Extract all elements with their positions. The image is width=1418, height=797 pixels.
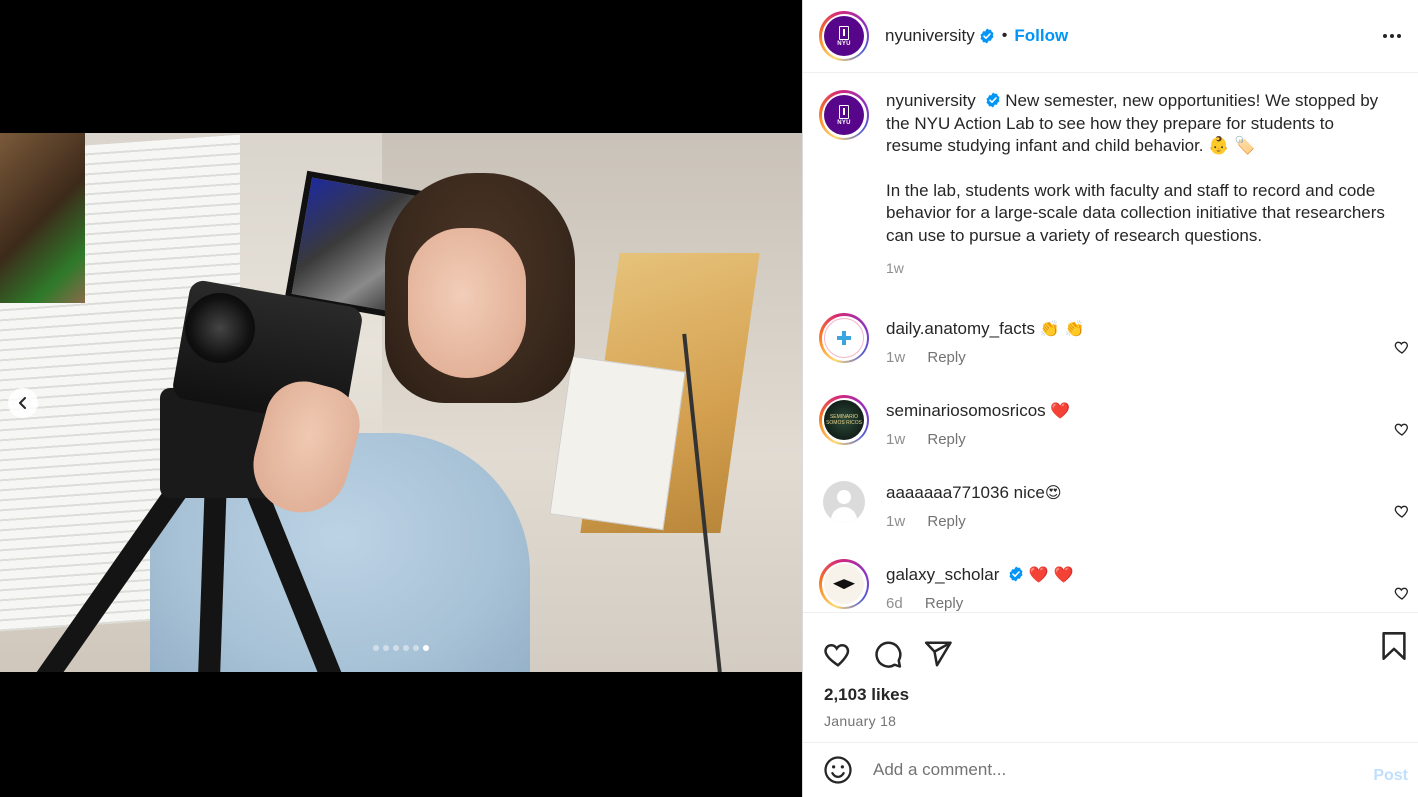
post-date[interactable]: January 18 <box>803 713 1418 729</box>
post-panel: NYU nyuniversity • Follow NYU nyuniversi… <box>802 0 1418 797</box>
graduation-cap-icon <box>824 564 864 605</box>
comment-username[interactable]: galaxy_scholar <box>886 565 999 584</box>
commenter-avatar[interactable] <box>819 559 869 610</box>
post-actions: 2,103 likes January 18 <box>803 612 1418 742</box>
verified-icon <box>979 28 995 44</box>
carousel-prev-button[interactable] <box>8 388 38 418</box>
photo-painting <box>0 133 85 303</box>
comment-like-icon[interactable] <box>1394 585 1410 601</box>
comment-username[interactable]: seminariosomosricos <box>886 401 1046 420</box>
comment-item: galaxy_scholar ❤️ ❤️ 6d Reply <box>803 559 1418 611</box>
comment-like-icon[interactable] <box>1394 421 1410 437</box>
comment-like-icon[interactable] <box>1394 339 1410 355</box>
nyu-logo-text: NYU <box>837 40 851 47</box>
anatomy-logo <box>824 318 864 359</box>
caption-username[interactable]: nyuniversity <box>886 91 976 110</box>
comment-timestamp[interactable]: 1w <box>886 513 905 530</box>
carousel-indicator <box>0 645 802 651</box>
post-photo[interactable] <box>0 133 802 672</box>
comment-emoji: ❤️ <box>1050 401 1071 421</box>
comment-like-icon[interactable] <box>1394 503 1410 519</box>
camcorder-lens <box>185 293 255 363</box>
post-comment-button[interactable]: Post <box>1373 767 1408 785</box>
likes-count[interactable]: 2,103 likes <box>803 685 1418 705</box>
caption-avatar[interactable]: NYU <box>819 90 869 140</box>
carousel-dot <box>413 645 419 651</box>
more-options-icon[interactable] <box>1380 24 1404 48</box>
commenter-avatar[interactable]: SEMINARIO SOMOS RICOS <box>819 395 869 446</box>
comment-item: SEMINARIO SOMOS RICOS seminariosomosrico… <box>803 395 1418 477</box>
comment-timestamp[interactable]: 1w <box>886 349 905 366</box>
reply-button[interactable]: Reply <box>927 431 965 448</box>
comment-icon[interactable] <box>873 639 903 669</box>
verified-icon <box>985 92 1001 108</box>
reply-button[interactable]: Reply <box>925 595 963 611</box>
verified-icon <box>1008 566 1024 582</box>
default-avatar-icon <box>823 481 865 524</box>
comment-text: nice <box>1013 483 1045 503</box>
comments-section[interactable]: NYU nyuniversity New semester, new oppor… <box>803 74 1418 611</box>
commenter-avatar[interactable] <box>819 477 869 528</box>
comment-item: aaaaaaa771036 nice😍 1w Reply <box>803 477 1418 559</box>
photo-person-face <box>408 228 526 378</box>
comment-emoji: 👏 👏 <box>1039 319 1085 339</box>
add-comment-bar: Post <box>803 742 1418 797</box>
follow-button[interactable]: Follow <box>1014 26 1068 46</box>
reply-button[interactable]: Reply <box>927 513 965 530</box>
like-heart-icon[interactable] <box>823 639 853 669</box>
medical-cross-icon <box>837 331 851 346</box>
nyu-logo: NYU <box>824 95 864 135</box>
emoji-icon[interactable] <box>823 755 853 785</box>
torch-icon <box>839 104 849 119</box>
bookmark-icon[interactable] <box>1380 631 1408 661</box>
author-avatar[interactable]: NYU <box>819 11 869 61</box>
chevron-left-icon <box>19 397 26 409</box>
carousel-dot <box>383 645 389 651</box>
caption-paragraph-2: In the lab, students work with faculty a… <box>886 180 1385 245</box>
header-separator: • <box>1001 27 1008 44</box>
comment-item: daily.anatomy_facts 👏 👏 1w Reply <box>803 313 1418 395</box>
post-media <box>0 0 802 797</box>
torch-icon <box>839 25 849 40</box>
photo-papers <box>549 355 686 531</box>
author-username[interactable]: nyuniversity <box>885 26 975 46</box>
comment-username[interactable]: aaaaaaa771036 <box>886 483 1009 502</box>
comment-emoji: ❤️ ❤️ <box>1028 565 1074 585</box>
post-header: NYU nyuniversity • Follow <box>803 0 1418 73</box>
comment-input[interactable] <box>873 760 1333 780</box>
comment-emoji: 😍 <box>1044 483 1062 503</box>
carousel-dot <box>403 645 409 651</box>
commenter-avatar[interactable] <box>819 313 869 364</box>
reply-button[interactable]: Reply <box>927 349 965 366</box>
comment-timestamp[interactable]: 1w <box>886 431 905 448</box>
nyu-logo: NYU <box>824 16 864 56</box>
carousel-dot <box>423 645 429 651</box>
carousel-dot <box>393 645 399 651</box>
seminario-logo: SEMINARIO SOMOS RICOS <box>824 400 864 441</box>
comment-username[interactable]: daily.anatomy_facts <box>886 319 1035 338</box>
comment-timestamp[interactable]: 6d <box>886 595 903 611</box>
nyu-logo-text: NYU <box>837 119 851 126</box>
caption-timestamp[interactable]: 1w <box>886 257 1386 280</box>
share-icon[interactable] <box>923 639 953 669</box>
carousel-dot <box>373 645 379 651</box>
post-caption: NYU nyuniversity New semester, new oppor… <box>803 74 1418 279</box>
